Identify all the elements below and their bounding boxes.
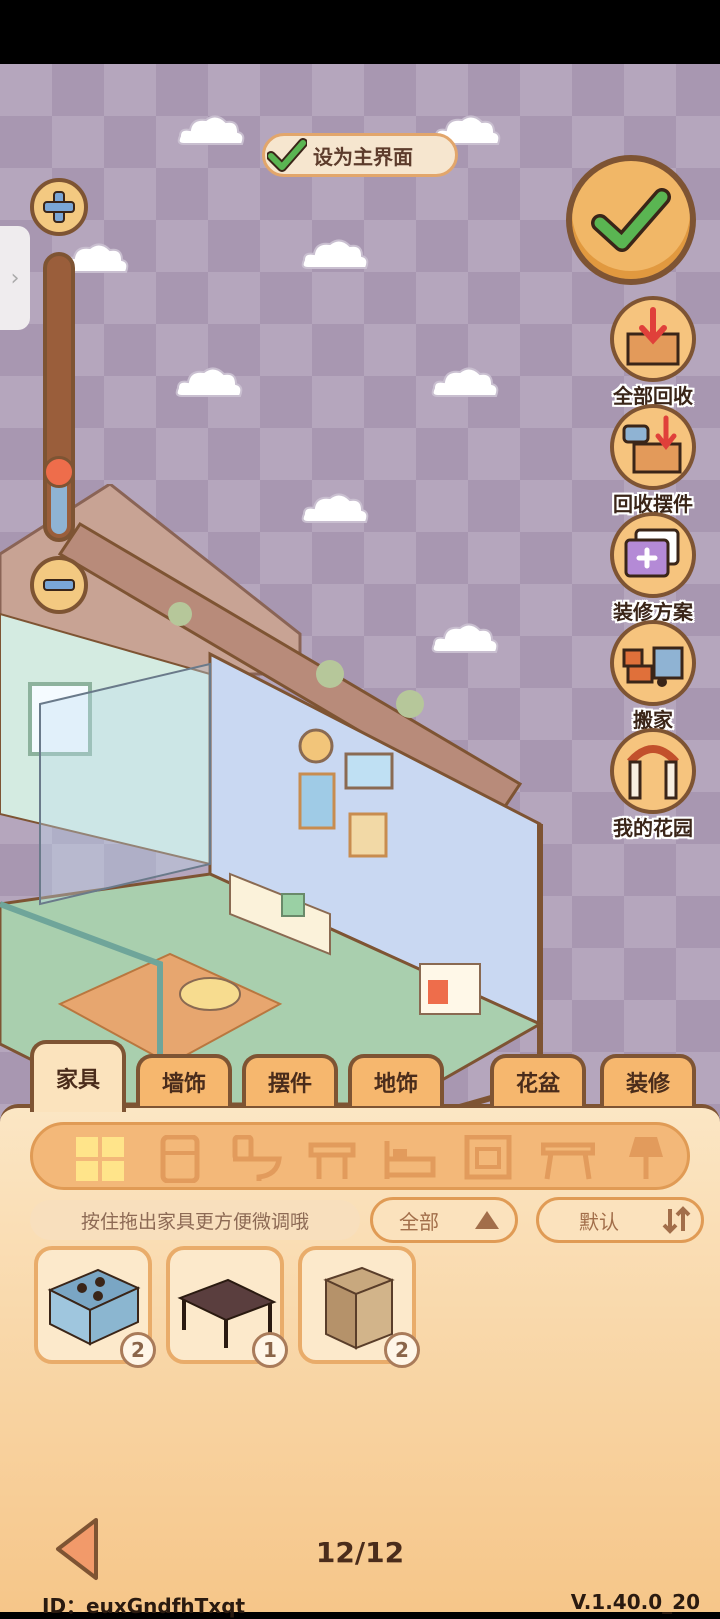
fridge-icon[interactable] [153,1135,207,1183]
tab-floor-decor[interactable]: 地饰 [348,1054,444,1106]
item-count-badge: 2 [384,1332,420,1368]
checkmark-icon [265,136,309,174]
lamp-icon[interactable] [619,1135,673,1183]
cloud-decoration [177,115,245,145]
cloud-decoration [431,367,499,397]
my-garden-label: 我的花园 [613,816,693,840]
tab-wall-decor[interactable]: 墙饰 [136,1054,232,1106]
item-card-kitchen-counter[interactable]: 2 [34,1246,156,1368]
stool-icon[interactable] [305,1135,359,1183]
recycle-ornament-button[interactable] [610,404,696,490]
arrow-left-icon [56,1518,98,1580]
item-count-badge: 1 [252,1332,288,1368]
item-card-cardboard-box[interactable]: 2 [298,1246,420,1368]
recycle-all-button[interactable] [610,296,696,382]
confirm-button[interactable] [566,155,696,285]
scope-filter-dropdown[interactable]: 全部 [370,1197,518,1243]
status-bar [0,0,720,64]
set-main-screen-label: 设为主界面 [313,144,413,169]
previous-page-button[interactable] [52,1516,104,1582]
moving-truck-icon [622,646,684,687]
zoom-slider-handle[interactable] [43,456,75,488]
plus-icon [43,191,75,223]
item-card-dark-table[interactable]: 1 [166,1246,288,1368]
tab-flowerpots[interactable]: 花盆 [490,1054,586,1106]
zoom-in-button[interactable] [30,178,88,236]
decoration-plan-icon [624,528,680,578]
subcategory-bar [30,1122,690,1190]
sort-order-icon [662,1206,691,1234]
checkmark-icon [591,188,671,252]
sort-label: 默认 [579,1209,619,1234]
table-icon[interactable] [541,1135,595,1183]
all-grid-icon[interactable] [73,1135,127,1183]
zoom-out-button[interactable] [30,556,88,614]
recycle-ornament-icon [622,415,682,474]
scope-filter-label: 全部 [399,1209,439,1234]
sort-dropdown[interactable]: 默认 [536,1197,704,1243]
cabinet-icon[interactable] [461,1135,515,1183]
moving-button[interactable] [610,620,696,706]
cloud-decoration [301,239,369,269]
chevron-right-icon: › [10,265,20,291]
category-tabs: 家具 墙饰 摆件 地饰 花盆 装修 [0,1038,720,1112]
side-drawer-tab[interactable]: › [0,226,30,330]
tab-furniture[interactable]: 家具 [30,1040,126,1112]
user-id: ID：euxGndfhTxqt [42,1594,246,1618]
version-label: V.1.40.0_20 [570,1590,700,1614]
set-main-screen-toggle[interactable]: 设为主界面 [262,133,458,177]
item-count-badge: 2 [120,1332,156,1368]
recycle-all-icon [626,307,680,366]
page-indicator: 12/12 [315,1536,405,1569]
drag-hint: 按住拖出家具更方便微调哦 [30,1200,360,1240]
bed-icon[interactable] [383,1135,437,1183]
toilet-icon[interactable] [229,1135,283,1183]
cloud-decoration [175,367,243,397]
garden-arch-icon [627,745,679,800]
tab-renovation[interactable]: 装修 [600,1054,696,1106]
triangle-up-icon [475,1211,499,1229]
decoration-plan-button[interactable] [610,512,696,598]
zoom-slider-track[interactable] [43,252,75,542]
tab-ornaments[interactable]: 摆件 [242,1054,338,1106]
my-garden-button[interactable] [610,728,696,814]
minus-icon [43,579,75,591]
